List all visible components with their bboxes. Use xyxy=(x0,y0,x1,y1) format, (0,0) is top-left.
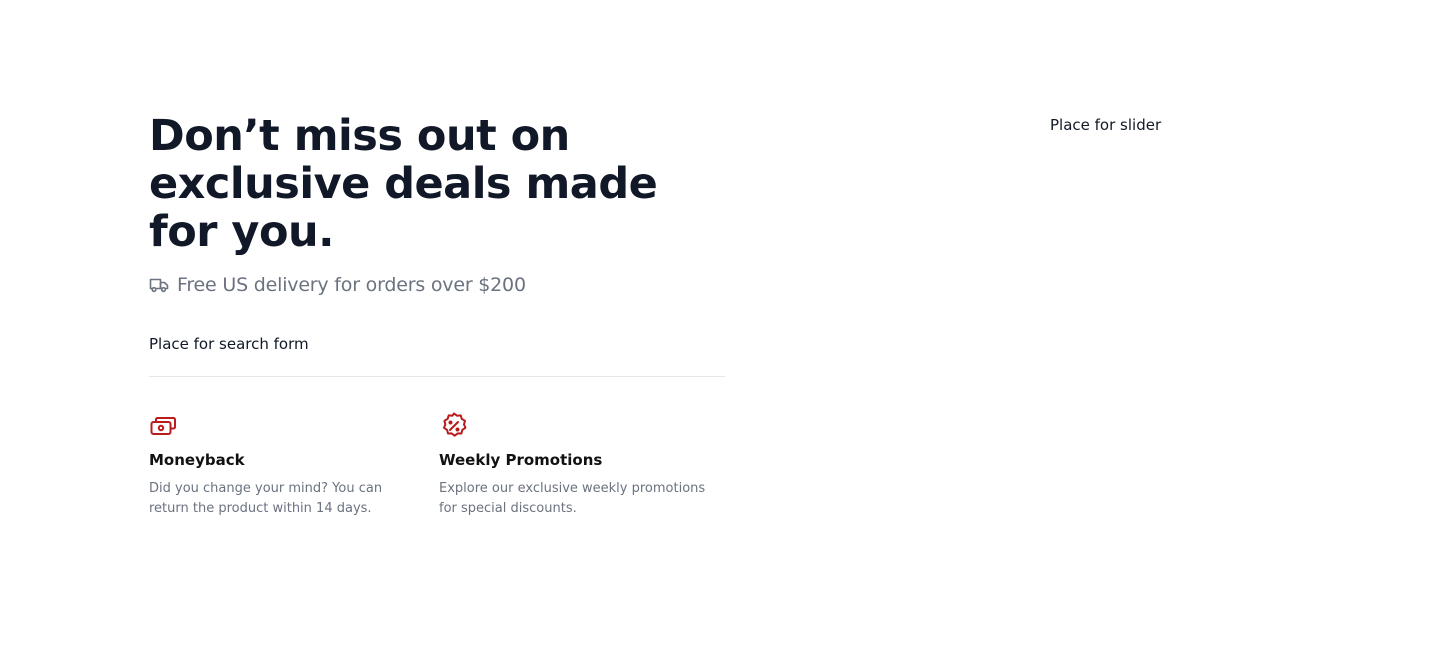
cash-icon xyxy=(149,411,439,441)
hero-headline: Don’t miss out on exclusive deals made f… xyxy=(149,111,658,257)
features-list: Moneyback Did you change your mind? You … xyxy=(149,411,729,519)
delivery-text: Free US delivery for orders over $200 xyxy=(177,274,526,296)
delivery-info: Free US delivery for orders over $200 xyxy=(149,272,729,298)
hero-section: Don’t miss out on exclusive deals made f… xyxy=(149,112,729,519)
feature-description: Did you change your mind? You can return… xyxy=(149,481,383,516)
divider xyxy=(149,376,725,377)
feature-description: Explore our exclusive weekly promotions … xyxy=(439,481,706,516)
discount-badge-icon xyxy=(439,411,729,441)
search-form-placeholder: Place for search form xyxy=(149,335,309,353)
feature-title: Weekly Promotions xyxy=(439,451,603,469)
feature-title: Moneyback xyxy=(149,451,245,469)
truck-icon xyxy=(149,276,169,294)
slider-placeholder: Place for slider xyxy=(1050,116,1162,134)
feature-moneyback: Moneyback Did you change your mind? You … xyxy=(149,411,439,519)
feature-weekly-promotions: Weekly Promotions Explore our exclusive … xyxy=(439,411,729,519)
